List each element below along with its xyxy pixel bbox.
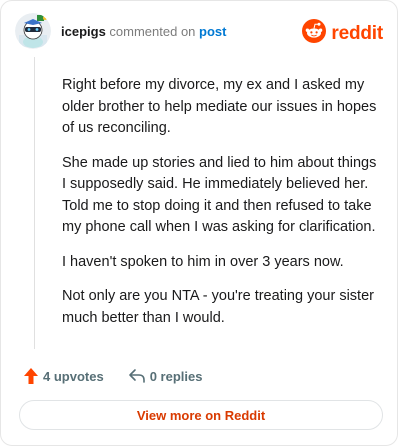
reddit-snoo-icon (302, 19, 327, 48)
upvote-arrow-icon (23, 367, 39, 385)
comment-meta: icepigs commented on post (61, 24, 227, 39)
comment-actions: 4 upvotes 0 replies (19, 367, 202, 385)
comment-paragraph: I haven't spoken to him in over 3 years … (62, 253, 344, 270)
commented-on-text: commented on (109, 23, 196, 39)
view-more-button[interactable]: View more on Reddit (19, 400, 383, 430)
comment-paragraph: She made up stories and lied to him abou… (62, 154, 377, 236)
comment-embed-card: icepigs commented on post reddit Right b… (0, 0, 398, 446)
comment-body: Right before my divorce, my ex and I ask… (62, 75, 382, 342)
comment-header: icepigs commented on post (15, 13, 227, 49)
reddit-wordmark: reddit (331, 22, 383, 44)
upvote-count: 4 upvotes (43, 368, 104, 384)
comment-paragraph: Not only are you NTA - you're treating y… (62, 288, 374, 326)
comment-paragraph: Right before my divorce, my ex and I ask… (62, 77, 377, 136)
upvote-button[interactable]: 4 upvotes (19, 367, 104, 385)
post-link[interactable]: post (199, 24, 226, 39)
reply-arrow-icon (128, 368, 146, 384)
reply-count: 0 replies (149, 368, 203, 384)
reddit-logo[interactable]: reddit (302, 19, 383, 48)
snoo-avatar-icon[interactable] (15, 13, 51, 49)
reply-button[interactable]: 0 replies (124, 368, 203, 384)
username-link[interactable]: icepigs (61, 24, 106, 39)
thread-line (34, 57, 35, 349)
